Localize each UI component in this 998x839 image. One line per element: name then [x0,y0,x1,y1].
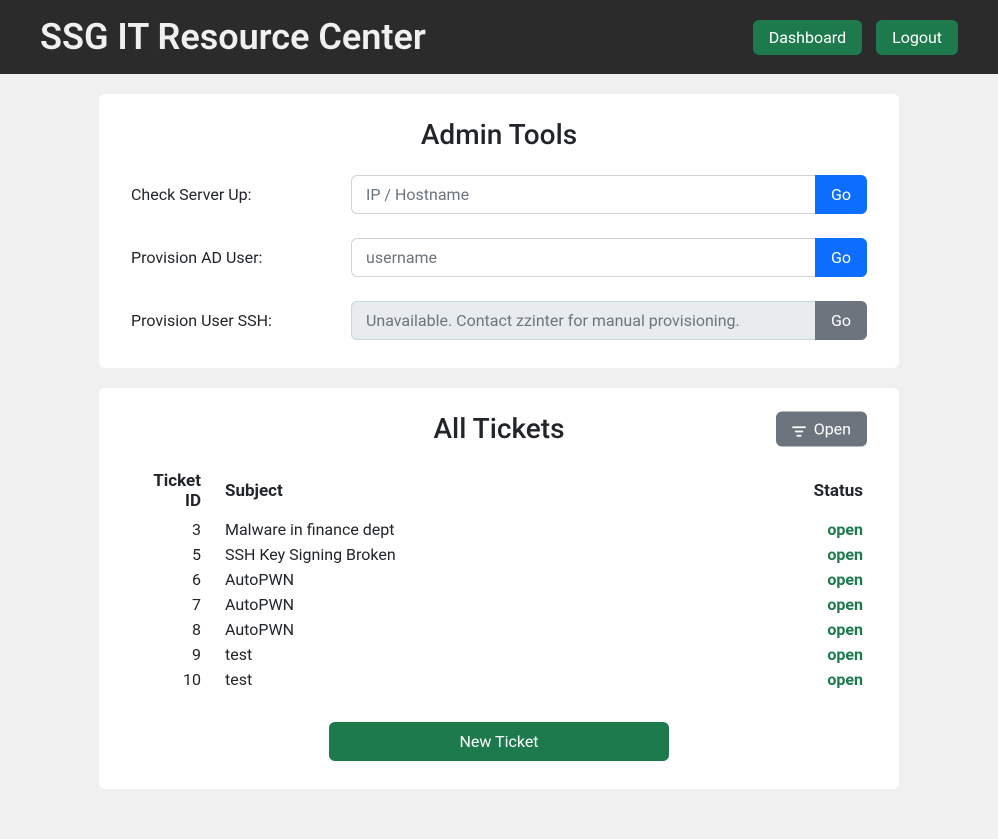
cell-subject: AutoPWN [221,592,777,617]
tool-label: Provision AD User: [131,248,351,267]
cell-status: open [777,517,867,542]
filter-label: Open [814,419,851,438]
cell-subject: SSH Key Signing Broken [221,542,777,567]
new-ticket-button[interactable]: New Ticket [329,722,668,761]
tool-row: Provision AD User: Go [131,238,867,277]
cell-subject: AutoPWN [221,567,777,592]
col-status: Status [777,465,867,517]
go-button: Go [815,301,867,340]
navbar-brand: SSG IT Resource Center [40,16,426,58]
cell-status: open [777,617,867,642]
tool-row: Check Server Up: Go [131,175,867,214]
cell-ticket-id: 8 [131,617,221,642]
cell-status: open [777,642,867,667]
cell-ticket-id: 7 [131,592,221,617]
cell-status: open [777,542,867,567]
table-header-row: Ticket ID Subject Status [131,465,867,517]
dashboard-button[interactable]: Dashboard [753,20,862,55]
tickets-header: All Tickets Open [131,412,867,445]
cell-subject: Malware in finance dept [221,517,777,542]
cell-status: open [777,667,867,692]
filter-open-button[interactable]: Open [776,411,867,446]
tickets-card: All Tickets Open Ticket ID Subject Statu… [99,388,899,789]
cell-ticket-id: 9 [131,642,221,667]
input-group: Go [351,301,867,340]
filter-icon [792,423,806,435]
tool-input[interactable] [351,238,815,277]
cell-ticket-id: 10 [131,667,221,692]
main-container: Admin Tools Check Server Up:GoProvision … [99,74,899,839]
go-button[interactable]: Go [815,175,867,214]
navbar: SSG IT Resource Center Dashboard Logout [0,0,998,74]
cell-ticket-id: 3 [131,517,221,542]
cell-subject: AutoPWN [221,617,777,642]
table-row[interactable]: 8AutoPWNopen [131,617,867,642]
cell-subject: test [221,642,777,667]
go-button[interactable]: Go [815,238,867,277]
cell-status: open [777,592,867,617]
cell-ticket-id: 5 [131,542,221,567]
admin-tools-card: Admin Tools Check Server Up:GoProvision … [99,94,899,368]
table-row[interactable]: 5SSH Key Signing Brokenopen [131,542,867,567]
tool-input[interactable] [351,175,815,214]
tool-label: Check Server Up: [131,185,351,204]
tool-label: Provision User SSH: [131,311,351,330]
input-group: Go [351,238,867,277]
logout-button[interactable]: Logout [876,20,958,55]
col-ticket-id: Ticket ID [131,465,221,517]
tickets-title: All Tickets [131,412,867,445]
cell-status: open [777,567,867,592]
admin-tools-title: Admin Tools [131,118,867,151]
table-row[interactable]: 7AutoPWNopen [131,592,867,617]
tickets-table: Ticket ID Subject Status 3Malware in fin… [131,465,867,692]
table-row[interactable]: 6AutoPWNopen [131,567,867,592]
input-group: Go [351,175,867,214]
cell-subject: test [221,667,777,692]
tools-list: Check Server Up:GoProvision AD User:GoPr… [131,175,867,340]
col-subject: Subject [221,465,777,517]
table-row[interactable]: 10testopen [131,667,867,692]
tool-row: Provision User SSH: Go [131,301,867,340]
tool-input [351,301,815,340]
table-row[interactable]: 3Malware in finance deptopen [131,517,867,542]
navbar-right: Dashboard Logout [753,20,958,55]
new-ticket-wrap: New Ticket [131,722,867,761]
table-row[interactable]: 9testopen [131,642,867,667]
cell-ticket-id: 6 [131,567,221,592]
